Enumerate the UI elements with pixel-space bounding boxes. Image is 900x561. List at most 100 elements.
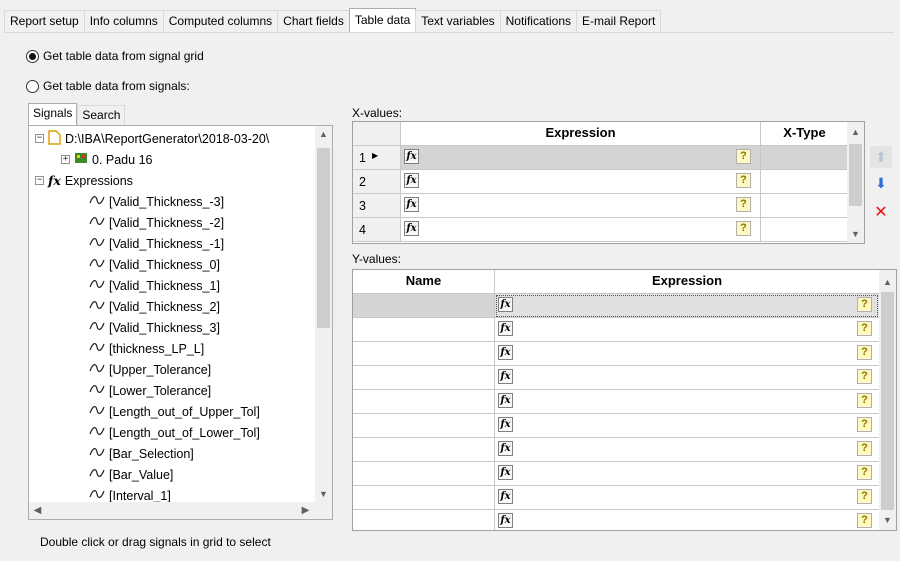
tree-signal-row[interactable]: [Length_out_of_Upper_Tol] — [89, 401, 260, 422]
y-grid-row[interactable]: fx? — [353, 438, 879, 462]
function-icon[interactable]: fx — [404, 197, 419, 212]
y-expression-cell[interactable]: fx? — [495, 390, 879, 414]
help-icon[interactable]: ? — [736, 149, 751, 164]
scroll-down-icon[interactable]: ▼ — [879, 512, 896, 529]
y-name-cell[interactable] — [353, 414, 495, 438]
y-grid-row[interactable]: fx? — [353, 366, 879, 390]
x-expression-cell[interactable]: fx? — [401, 194, 761, 218]
y-name-cell[interactable] — [353, 342, 495, 366]
move-down-button[interactable]: ⬇ — [870, 172, 892, 194]
tree-signal-row[interactable]: [Valid_Thickness_2] — [89, 296, 220, 317]
tree-signal-row[interactable]: [Bar_Selection] — [89, 443, 194, 464]
tree-signal-row[interactable]: [Valid_Thickness_1] — [89, 275, 220, 296]
y-name-cell[interactable] — [353, 318, 495, 342]
x-grid-row[interactable]: 2 fx? — [353, 170, 848, 194]
y-expression-cell[interactable]: fx? — [495, 318, 879, 342]
tree-device-row[interactable]: + 0. Padu 16 — [61, 149, 152, 170]
y-name-cell[interactable] — [353, 510, 495, 530]
x-values-grid[interactable]: Expression X-Type 1 ▶ fx? 2 fx? 3 fx? 4 fx? ▲ ▼ — [352, 121, 865, 244]
scroll-up-icon[interactable]: ▲ — [879, 274, 896, 291]
help-icon[interactable]: ? — [857, 297, 872, 312]
y-name-cell[interactable] — [353, 366, 495, 390]
function-icon[interactable]: fx — [498, 489, 513, 504]
tab-text-variables[interactable]: Text variables — [415, 10, 501, 32]
tree-signal-row[interactable]: [Length_out_of_Lower_Tol] — [89, 422, 260, 443]
y-expression-cell[interactable]: fx? — [495, 414, 879, 438]
function-icon[interactable]: fx — [404, 221, 419, 236]
y-grid-row[interactable]: fx? — [353, 342, 879, 366]
tab-chart-fields[interactable]: Chart fields — [277, 10, 350, 32]
row-header[interactable]: 1 ▶ — [353, 146, 401, 170]
y-name-cell[interactable] — [353, 390, 495, 414]
y-name-cell[interactable] — [353, 462, 495, 486]
y-grid-row[interactable]: fx? — [353, 510, 879, 530]
help-icon[interactable]: ? — [736, 197, 751, 212]
x-grid-row[interactable]: 4 fx? — [353, 218, 848, 242]
radio-button[interactable] — [26, 79, 39, 93]
x-type-cell[interactable] — [761, 146, 848, 170]
help-icon[interactable]: ? — [736, 221, 751, 236]
y-expression-cell[interactable]: fx? — [495, 294, 879, 318]
scrollbar-thumb[interactable] — [881, 292, 894, 510]
help-icon[interactable]: ? — [857, 465, 872, 480]
tree-root-row[interactable]: − D:\IBA\ReportGenerator\2018-03-20\ — [35, 128, 269, 149]
tree-vertical-scrollbar[interactable]: ▲ ▼ — [315, 126, 332, 503]
y-expression-cell[interactable]: fx? — [495, 366, 879, 390]
x-expression-cell[interactable]: fx? — [401, 170, 761, 194]
y-expression-cell[interactable]: fx? — [495, 462, 879, 486]
function-icon[interactable]: fx — [498, 417, 513, 432]
y-grid-row[interactable]: fx? — [353, 294, 879, 318]
function-icon[interactable]: fx — [498, 297, 513, 312]
function-icon[interactable]: fx — [498, 465, 513, 480]
function-icon[interactable]: fx — [498, 321, 513, 336]
y-expression-cell[interactable]: fx? — [495, 438, 879, 462]
help-icon[interactable]: ? — [736, 173, 751, 188]
y-grid-row[interactable]: fx? — [353, 390, 879, 414]
y-name-cell[interactable] — [353, 294, 495, 318]
y-expression-cell[interactable]: fx? — [495, 486, 879, 510]
signal-tree[interactable]: − D:\IBA\ReportGenerator\2018-03-20\ + 0… — [28, 125, 333, 520]
scroll-right-icon[interactable]: ▶ — [297, 502, 314, 519]
scroll-up-icon[interactable]: ▲ — [315, 126, 332, 143]
help-icon[interactable]: ? — [857, 345, 872, 360]
tab-email-report[interactable]: E-mail Report — [576, 10, 662, 32]
y-name-cell[interactable] — [353, 486, 495, 510]
radio-signals-option[interactable]: Get table data from signals: — [26, 79, 190, 93]
row-header[interactable]: 3 — [353, 194, 401, 218]
y-column-expression[interactable]: Expression — [495, 270, 879, 294]
function-icon[interactable]: fx — [498, 393, 513, 408]
function-icon[interactable]: fx — [498, 441, 513, 456]
scrollbar-thumb[interactable] — [317, 148, 330, 328]
tree-horizontal-scrollbar[interactable]: ◀ ▶ — [29, 502, 332, 519]
help-icon[interactable]: ? — [857, 369, 872, 384]
tree-signal-row[interactable]: [Lower_Tolerance] — [89, 380, 211, 401]
tree-signal-row[interactable]: [Bar_Value] — [89, 464, 173, 485]
tab-computed-columns[interactable]: Computed columns — [162, 10, 279, 32]
x-type-cell[interactable] — [761, 170, 848, 194]
y-grid-scrollbar[interactable]: ▲ ▼ — [879, 270, 896, 530]
scroll-up-icon[interactable]: ▲ — [847, 124, 864, 141]
x-expression-cell[interactable]: fx? — [401, 218, 761, 242]
help-icon[interactable]: ? — [857, 417, 872, 432]
x-grid-scrollbar[interactable]: ▲ ▼ — [847, 122, 864, 243]
x-type-cell[interactable] — [761, 194, 848, 218]
tree-signal-row[interactable]: [Valid_Thickness_-1] — [89, 233, 224, 254]
tab-report-setup[interactable]: Report setup — [4, 10, 85, 32]
help-icon[interactable]: ? — [857, 393, 872, 408]
collapse-icon[interactable]: − — [35, 134, 44, 143]
y-name-cell[interactable] — [353, 438, 495, 462]
tab-table-data[interactable]: Table data — [348, 8, 417, 32]
expand-icon[interactable]: + — [61, 155, 70, 164]
function-icon[interactable]: fx — [498, 513, 513, 528]
y-column-name[interactable]: Name — [353, 270, 495, 294]
scroll-down-icon[interactable]: ▼ — [847, 226, 864, 243]
radio-button-selected[interactable] — [26, 49, 39, 63]
tree-signal-row[interactable]: [Valid_Thickness_-2] — [89, 212, 224, 233]
help-icon[interactable]: ? — [857, 513, 872, 528]
x-expression-cell[interactable]: fx? — [401, 146, 761, 170]
function-icon[interactable]: fx — [498, 345, 513, 360]
y-expression-cell[interactable]: fx? — [495, 510, 879, 530]
help-icon[interactable]: ? — [857, 489, 872, 504]
tree-signal-row[interactable]: [thickness_LP_L] — [89, 338, 204, 359]
tab-notifications[interactable]: Notifications — [499, 10, 577, 32]
